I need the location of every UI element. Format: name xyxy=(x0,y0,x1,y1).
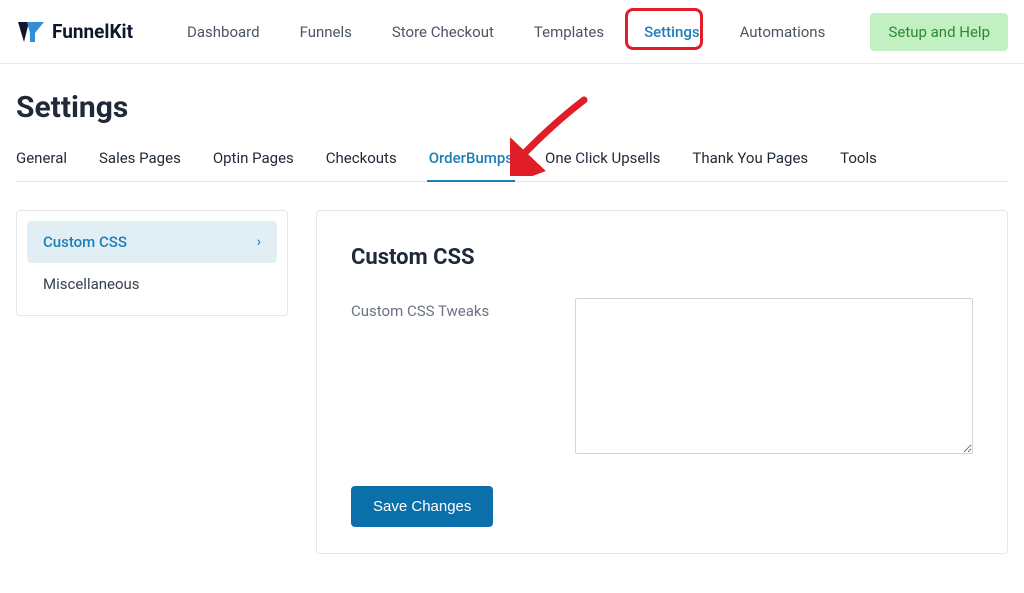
tab-orderbumps[interactable]: OrderBumps xyxy=(429,149,513,181)
funnelkit-logo-icon xyxy=(16,19,46,45)
top-header: FunnelKit Dashboard Funnels Store Checko… xyxy=(0,0,1024,64)
nav-funnels[interactable]: Funnels xyxy=(286,13,366,51)
settings-subtabs: General Sales Pages Optin Pages Checkout… xyxy=(16,149,1008,182)
tab-tools[interactable]: Tools xyxy=(840,149,877,181)
tab-optin-pages[interactable]: Optin Pages xyxy=(213,149,294,181)
nav-store-checkout[interactable]: Store Checkout xyxy=(378,13,508,51)
sidebar-item-custom-css[interactable]: Custom CSS › xyxy=(27,221,277,263)
save-button[interactable]: Save Changes xyxy=(351,486,493,527)
panel-heading: Custom CSS xyxy=(351,245,973,270)
field-label-custom-css: Custom CSS Tweaks xyxy=(351,298,551,320)
sidebar-item-label: Miscellaneous xyxy=(43,275,140,293)
sidebar-item-label: Custom CSS xyxy=(43,233,127,251)
settings-sidebar: Custom CSS › Miscellaneous xyxy=(16,210,288,316)
page-title: Settings xyxy=(16,90,1008,125)
brand-logo[interactable]: FunnelKit xyxy=(16,19,133,45)
tab-checkouts[interactable]: Checkouts xyxy=(326,149,397,181)
nav-automations[interactable]: Automations xyxy=(726,13,840,51)
nav-dashboard[interactable]: Dashboard xyxy=(173,13,274,51)
sidebar-item-miscellaneous[interactable]: Miscellaneous xyxy=(27,263,277,305)
nav-settings[interactable]: Settings xyxy=(630,13,714,51)
form-row-custom-css: Custom CSS Tweaks xyxy=(351,298,973,454)
chevron-right-icon: › xyxy=(257,234,261,250)
main-nav: Dashboard Funnels Store Checkout Templat… xyxy=(173,13,870,51)
setup-and-help-button[interactable]: Setup and Help xyxy=(870,13,1008,51)
brand-name: FunnelKit xyxy=(52,20,133,43)
main-panel: Custom CSS Custom CSS Tweaks Save Change… xyxy=(316,210,1008,554)
custom-css-textarea[interactable] xyxy=(575,298,973,454)
tab-one-click-upsells[interactable]: One Click Upsells xyxy=(545,149,660,181)
tab-thank-you-pages[interactable]: Thank You Pages xyxy=(692,149,808,181)
tab-general[interactable]: General xyxy=(16,149,67,181)
nav-templates[interactable]: Templates xyxy=(520,13,618,51)
tab-sales-pages[interactable]: Sales Pages xyxy=(99,149,181,181)
